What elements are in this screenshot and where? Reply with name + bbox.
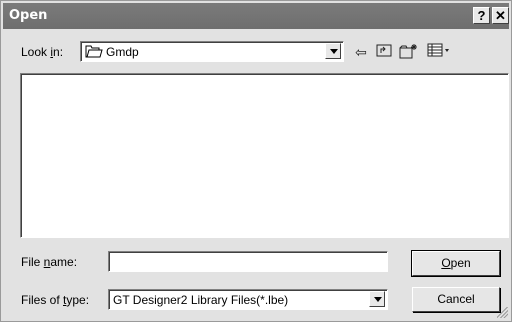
up-folder-icon[interactable] xyxy=(374,43,394,61)
open-button-accel: O xyxy=(441,256,451,270)
look-in-value: Gmdp xyxy=(106,45,139,59)
open-button[interactable]: Open xyxy=(411,250,501,277)
file-type-value: GT Designer2 Library Files(*.lbe) xyxy=(113,293,289,307)
new-folder-icon[interactable] xyxy=(399,43,419,61)
file-list[interactable] xyxy=(20,73,509,238)
file-type-label-pre: Files of xyxy=(21,293,64,307)
folder-icon xyxy=(85,45,103,64)
help-button[interactable]: ? xyxy=(473,7,490,24)
open-button-label: pen xyxy=(450,256,471,270)
file-type-label: Files of type: xyxy=(21,293,89,307)
title-bar[interactable]: Open ? ✕ xyxy=(3,3,509,29)
cancel-button[interactable]: Cancel xyxy=(412,287,500,312)
look-in-label-pre: Look xyxy=(21,45,51,59)
resize-grip[interactable] xyxy=(497,307,508,318)
file-type-label-post: ype: xyxy=(66,293,90,307)
file-name-label-post: ame: xyxy=(50,255,78,269)
look-in-combo[interactable]: Gmdp xyxy=(80,41,344,62)
dialog-title: Open xyxy=(9,8,48,23)
file-name-label: File name: xyxy=(21,255,77,269)
file-type-dropdown-button[interactable] xyxy=(369,291,385,307)
file-type-combo[interactable]: GT Designer2 Library Files(*.lbe) xyxy=(108,289,388,310)
open-dialog: Open ? ✕ Look in: Gmdp ⇦ File name: File… xyxy=(0,0,512,322)
file-name-input[interactable] xyxy=(108,251,388,272)
view-menu-icon[interactable] xyxy=(426,43,454,61)
look-in-label: Look in: xyxy=(21,45,63,59)
look-in-label-post: n: xyxy=(53,45,64,59)
look-in-dropdown-button[interactable] xyxy=(325,43,341,59)
file-name-label-pre: File xyxy=(21,255,44,269)
back-icon[interactable]: ⇦ xyxy=(351,43,371,61)
close-button[interactable]: ✕ xyxy=(492,7,509,24)
